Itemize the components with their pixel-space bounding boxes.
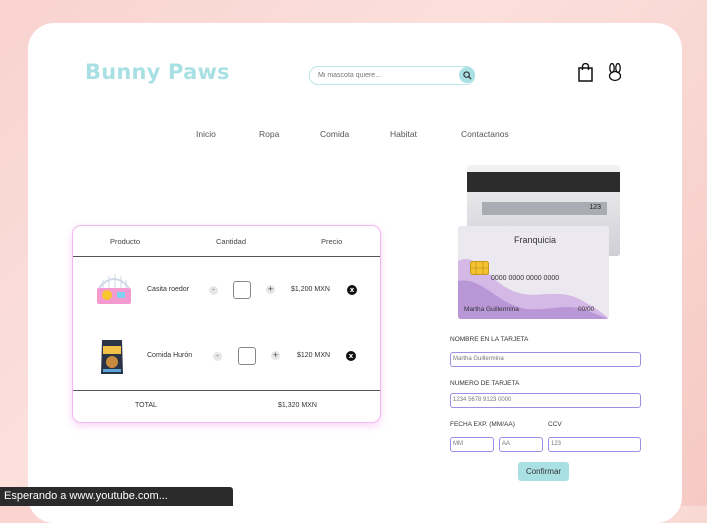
product-price: $1,200 MXN — [291, 286, 330, 293]
ccv-field[interactable]: 123 — [548, 437, 641, 452]
name-on-card-field[interactable]: Martha Guillermina — [450, 352, 641, 367]
card-ccv: 123 — [589, 204, 601, 211]
card-number-field[interactable]: 1234 5678 9123 0000 — [450, 393, 641, 408]
browser-status-bar: Esperando a www.youtube.com... — [0, 487, 233, 506]
col-header-price: Precio — [321, 237, 343, 246]
cart-table: Producto Cantidad Precio Casita roedor -… — [72, 225, 381, 423]
ferret-food-bag-image — [101, 340, 123, 374]
card-chip-icon — [470, 261, 489, 275]
search-bar — [309, 66, 475, 85]
main-nav: Inicio Ropa Comida Habitat Contactanos — [0, 129, 707, 143]
magnifier-icon — [462, 70, 472, 80]
product-name: Comida Hurón — [147, 352, 193, 359]
increase-button[interactable]: + — [266, 285, 275, 294]
remove-item-button[interactable]: x — [347, 285, 357, 295]
nav-item-ropa[interactable]: Ropa — [259, 129, 279, 139]
quantity-input[interactable] — [233, 281, 251, 299]
divider — [73, 390, 380, 391]
expiry-month-field[interactable]: MM — [450, 437, 494, 452]
credit-card-front: Franquicia 0000 0000 0000 0000 Martha Gu… — [458, 226, 609, 319]
product-price: $120 MXN — [297, 352, 331, 359]
card-holder: Martha Guillermina — [464, 306, 519, 313]
col-header-quantity: Cantidad — [216, 237, 247, 246]
hamster-cage-image — [97, 274, 131, 304]
confirm-button[interactable]: Confirmar — [518, 462, 569, 481]
card-brand-label: Franquicia — [514, 235, 557, 245]
card-number: 0000 0000 0000 0000 — [491, 275, 560, 282]
search-input[interactable] — [318, 69, 458, 82]
decrease-button[interactable]: - — [209, 286, 218, 295]
expiry-year-field[interactable]: AA — [499, 437, 543, 452]
col-header-product: Producto — [110, 237, 141, 246]
expiry-label: FECHA EXP. (MM/AA) — [450, 421, 515, 428]
magnetic-stripe — [467, 172, 620, 192]
signature-strip: 123 — [482, 202, 607, 215]
quantity-input[interactable] — [238, 347, 256, 365]
name-on-card-label: NOMBRE EN LA TARJETA — [450, 336, 529, 343]
product-name: Casita roedor — [147, 286, 190, 293]
decrease-button[interactable]: - — [213, 352, 222, 361]
brand-logo[interactable]: Bunny Paws — [85, 60, 230, 84]
nav-item-comida[interactable]: Comida — [320, 129, 349, 139]
total-label: TOTAL — [135, 402, 157, 409]
divider — [73, 256, 380, 257]
total-value: $1,320 MXN — [278, 402, 317, 409]
bunny-icon[interactable] — [607, 63, 623, 82]
ccv-label: CCV — [548, 421, 562, 428]
shopping-bag-icon[interactable] — [578, 63, 593, 82]
remove-item-button[interactable]: x — [346, 351, 356, 361]
nav-item-habitat[interactable]: Habitat — [390, 129, 417, 139]
nav-item-contactanos[interactable]: Contactanos — [461, 129, 509, 139]
nav-item-inicio[interactable]: Inicio — [196, 129, 216, 139]
search-button[interactable] — [459, 67, 475, 83]
increase-button[interactable]: + — [271, 351, 280, 360]
card-number-label: NUMERO DE TARJETA — [450, 380, 520, 387]
card-expiry: 00/00 — [578, 306, 595, 313]
